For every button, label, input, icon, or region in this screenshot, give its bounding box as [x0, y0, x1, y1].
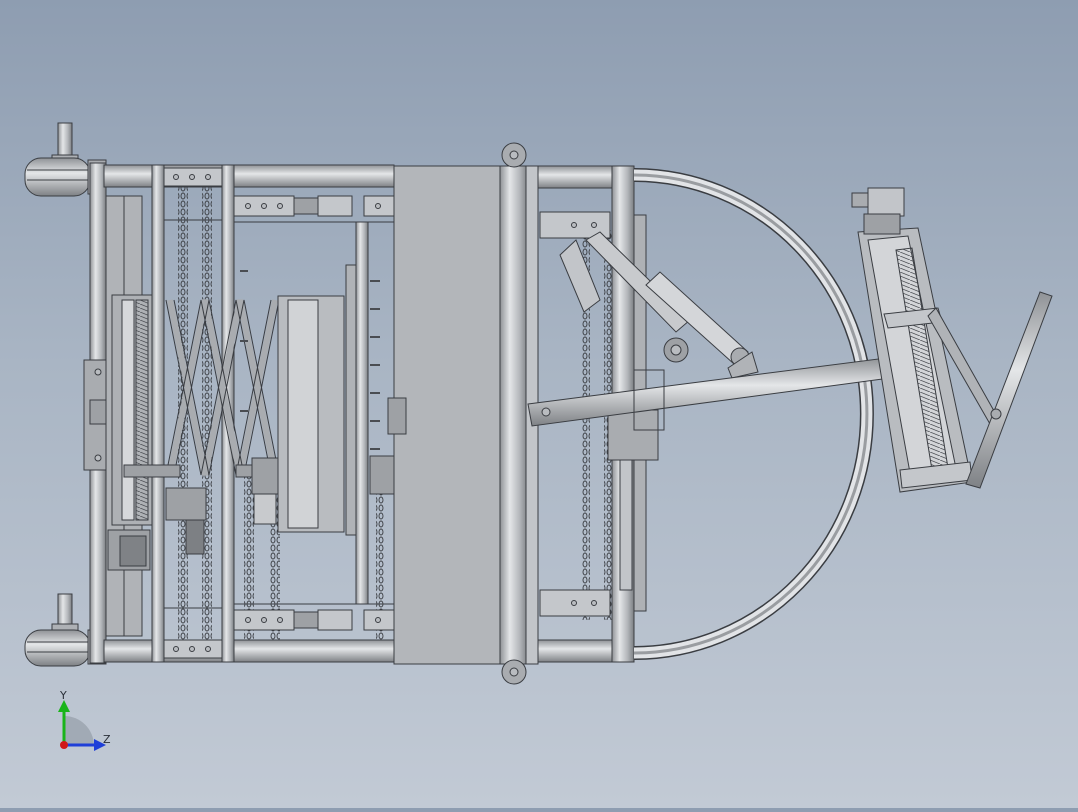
x-axis-dot	[60, 741, 68, 749]
coordinate-triad: Y Z	[58, 689, 111, 751]
z-axis-label: Z	[103, 733, 111, 746]
post-1	[151, 164, 165, 663]
y-axis-label: Y	[59, 689, 67, 702]
hoop-tube	[633, 168, 874, 660]
cad-drawing: Y Z	[24, 122, 1053, 751]
right-linear-module	[851, 187, 1053, 493]
chain-2	[202, 185, 212, 640]
cad-viewport[interactable]: Y Z	[0, 0, 1078, 808]
left-lead-screw	[111, 294, 153, 526]
central-panel	[387, 142, 539, 685]
